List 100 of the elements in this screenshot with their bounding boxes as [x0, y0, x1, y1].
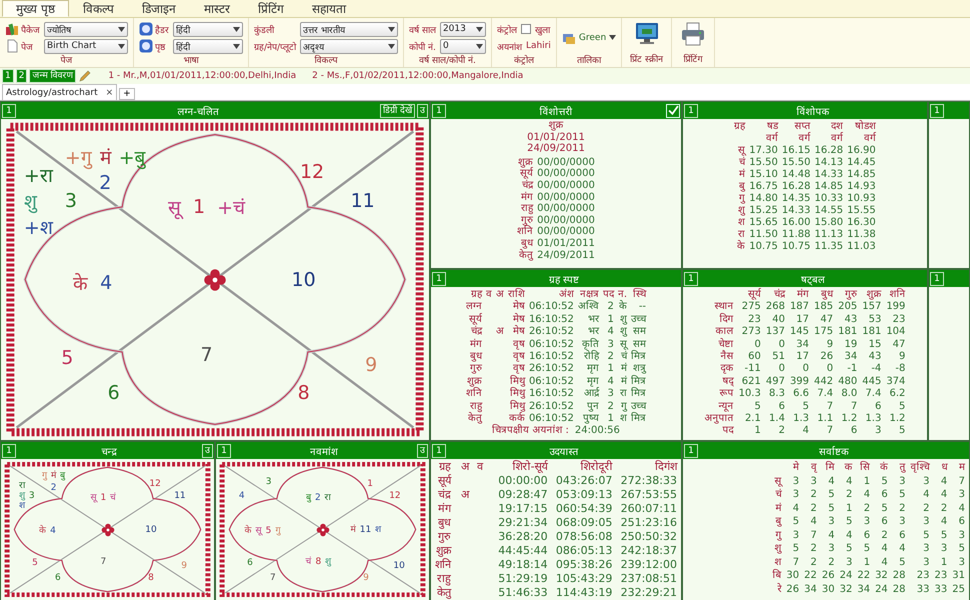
profile-button[interactable]: 1 — [2, 69, 14, 83]
table-cell: 1 — [940, 556, 948, 569]
column-header: सूर्य — [748, 289, 761, 302]
panel-number-button[interactable]: 1 — [432, 444, 446, 458]
panel-number-button[interactable]: 1 — [432, 104, 446, 118]
table-cell: 1 — [754, 425, 761, 438]
dropdown-caret-icon — [609, 35, 616, 40]
menu-tab[interactable]: प्रिंटिंग — [244, 0, 298, 17]
panel-number-button[interactable]: 1 — [2, 104, 16, 118]
house-number: 6 — [54, 573, 61, 584]
menu-tab[interactable]: विकल्प — [68, 0, 128, 17]
panel-number-button[interactable]: 1 — [684, 272, 698, 286]
table-cell: 26:10:52 — [528, 326, 574, 339]
table-cell: 4 — [828, 474, 835, 488]
menu-tab[interactable]: मास्टर — [190, 0, 244, 17]
menu-tab[interactable]: मुख्य पृष्ठ — [2, 0, 69, 17]
panel-number-button[interactable]: 1 — [684, 104, 698, 118]
table-cell: 14.35 — [782, 193, 810, 205]
theme-dropdown[interactable]: Green — [562, 30, 616, 44]
house-number: 5 — [32, 558, 38, 568]
dropdown[interactable]: उत्तर भारतीय — [300, 22, 398, 36]
panel-number-button[interactable]: 1 — [432, 272, 446, 286]
document-tab[interactable]: Astrology/astrochart × — [2, 84, 118, 100]
house-number: 8 — [298, 382, 310, 404]
field-label: ग्रह/नेप/प्लूटो — [254, 41, 296, 52]
print-screen-button[interactable]: प्रिंट स्क्रीन — [627, 19, 666, 67]
row-label: मं — [775, 502, 782, 515]
profile-button[interactable]: जन्म विवरण — [29, 69, 76, 83]
table-cell: 043:26:07 — [556, 474, 612, 488]
table-cell: 23 — [892, 314, 906, 326]
dropdown-caret-icon — [388, 26, 396, 32]
column-header: राशि — [508, 289, 525, 300]
table-cell: 1.1 — [817, 413, 834, 426]
table-cell: 068:09:05 — [556, 516, 612, 530]
table-cell: 28 — [892, 582, 906, 596]
row-label: बु — [739, 181, 746, 193]
table-cell: 24 — [840, 569, 852, 582]
dropdown[interactable]: ज्योतिष — [44, 22, 128, 36]
panel-title: सर्वाष्टक — [818, 445, 850, 458]
header-button[interactable]: उ — [202, 444, 213, 458]
panel-number-button[interactable]: 1 — [930, 272, 944, 286]
table-cell: मृग — [586, 363, 599, 376]
table-cell-text: मेष — [512, 314, 525, 325]
house-number: 7 — [270, 573, 276, 584]
table-cell: 26:10:52 — [528, 363, 574, 376]
header-button[interactable]: उ — [417, 104, 428, 118]
add-tab-button[interactable]: + — [119, 88, 135, 100]
printer-icon — [680, 21, 706, 47]
dropdown[interactable]: हिंदी — [173, 22, 243, 36]
table-cell: 00/00/0000 — [537, 203, 595, 215]
panel-number-button[interactable]: 1 — [217, 444, 231, 458]
group-label: भाषा — [184, 56, 198, 67]
table-cell: 7.4 — [817, 388, 834, 401]
table-cell: 1.2 — [841, 413, 858, 426]
row-label: चंद्र — [438, 488, 451, 502]
checkbox[interactable] — [666, 104, 680, 118]
dropdown[interactable]: 0 — [440, 38, 486, 54]
table-cell: 0 — [826, 363, 834, 376]
panel-number-button[interactable]: 1 — [2, 444, 16, 458]
profile-button[interactable]: 2 — [16, 69, 28, 83]
table-cell: 2 — [864, 502, 870, 515]
table-cell: 2 — [607, 301, 614, 314]
planet-label: चं — [110, 493, 116, 504]
table-cell: 4 — [940, 474, 948, 488]
header-button[interactable]: उ — [417, 444, 428, 458]
open-checkbox[interactable] — [520, 24, 531, 34]
row-label: बुध — [521, 238, 534, 249]
planet-label: गु — [275, 526, 280, 536]
menu-tab[interactable]: डिजाइन — [128, 0, 190, 17]
dropdown[interactable]: हिंदी — [173, 38, 243, 54]
print-button[interactable]: प्रिंटिंग — [677, 19, 710, 67]
table-cell: 078:56:08 — [556, 530, 612, 544]
panel-number-button[interactable]: 1 — [684, 444, 698, 458]
table-cell: 5 — [899, 556, 906, 569]
table-cell: 3 — [792, 488, 800, 502]
table-cell: 7 — [826, 400, 834, 414]
menu-tab[interactable]: सहायता — [298, 0, 360, 17]
table-cell: 23 — [934, 569, 948, 582]
table-cell: श — [620, 413, 628, 426]
table-cell: 3 — [792, 474, 800, 488]
table-cell: 43 — [844, 314, 858, 326]
table-cell: 3 — [864, 515, 870, 528]
panel-title: लग्न-चलित — [176, 105, 220, 118]
column-header: कं — [880, 461, 888, 474]
dropdown[interactable]: अदृश्य — [300, 38, 398, 54]
dropdown[interactable]: Birth Chart — [44, 38, 128, 54]
row-label: बु — [775, 515, 782, 528]
table-cell: 5 — [828, 488, 835, 502]
column-header: व — [477, 460, 483, 474]
table-cell: 185 — [814, 301, 834, 314]
table-cell: 30 — [786, 569, 800, 582]
header-button[interactable]: डिग्री देखें — [380, 104, 415, 118]
row-label: श — [738, 217, 746, 229]
dropdown[interactable]: 2013 — [440, 22, 486, 36]
row-label: दृक — [720, 363, 734, 376]
table-cell: 4 — [802, 425, 810, 438]
planet-label: के — [244, 526, 252, 536]
column-header: गुरु — [845, 289, 858, 302]
panel-number-button[interactable]: 1 — [930, 104, 944, 118]
table-cell: 095:38:26 — [556, 558, 612, 572]
